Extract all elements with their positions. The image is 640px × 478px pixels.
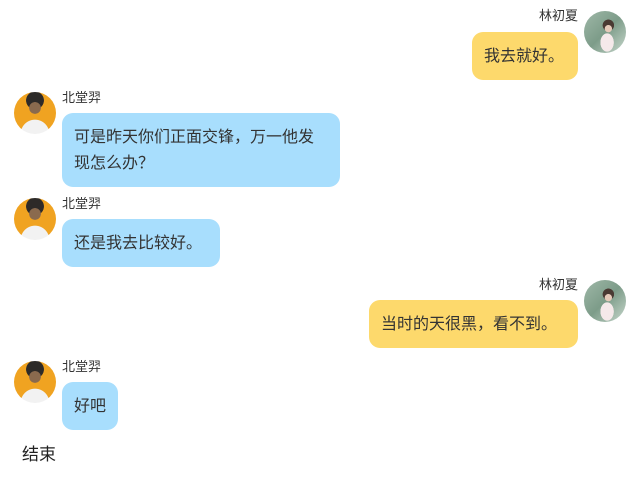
avatar-beitang-yi[interactable] — [14, 198, 56, 240]
end-label: 结束 — [22, 445, 56, 465]
message-bubble[interactable]: 我去就好。 — [472, 32, 578, 80]
message-bubble[interactable]: 当时的天很黑，看不到。 — [369, 300, 578, 348]
sender-name: 北堂羿 — [62, 197, 102, 212]
avatar-lin-chuxia[interactable] — [584, 11, 626, 53]
message-text: 好吧 — [74, 396, 107, 415]
message-bubble[interactable]: 好吧 — [62, 382, 118, 430]
avatar-lin-chuxia[interactable] — [584, 280, 626, 322]
sender-name: 林初夏 — [538, 278, 578, 293]
message-text: 还是我去比较好。 — [74, 233, 203, 252]
sender-name: 北堂羿 — [62, 360, 102, 375]
avatar-beitang-yi[interactable] — [14, 361, 56, 403]
avatar-beitang-yi[interactable] — [14, 92, 56, 134]
message-bubble[interactable]: 可是昨天你们正面交锋，万一他发现怎么办？ — [62, 113, 340, 187]
sender-name: 林初夏 — [538, 9, 578, 24]
message-text: 可是昨天你们正面交锋，万一他发现怎么办？ — [74, 127, 315, 172]
message-bubble[interactable]: 还是我去比较好。 — [62, 219, 220, 267]
message-text: 我去就好。 — [484, 46, 565, 65]
sender-name: 北堂羿 — [62, 91, 102, 106]
message-text: 当时的天很黑，看不到。 — [381, 314, 558, 333]
